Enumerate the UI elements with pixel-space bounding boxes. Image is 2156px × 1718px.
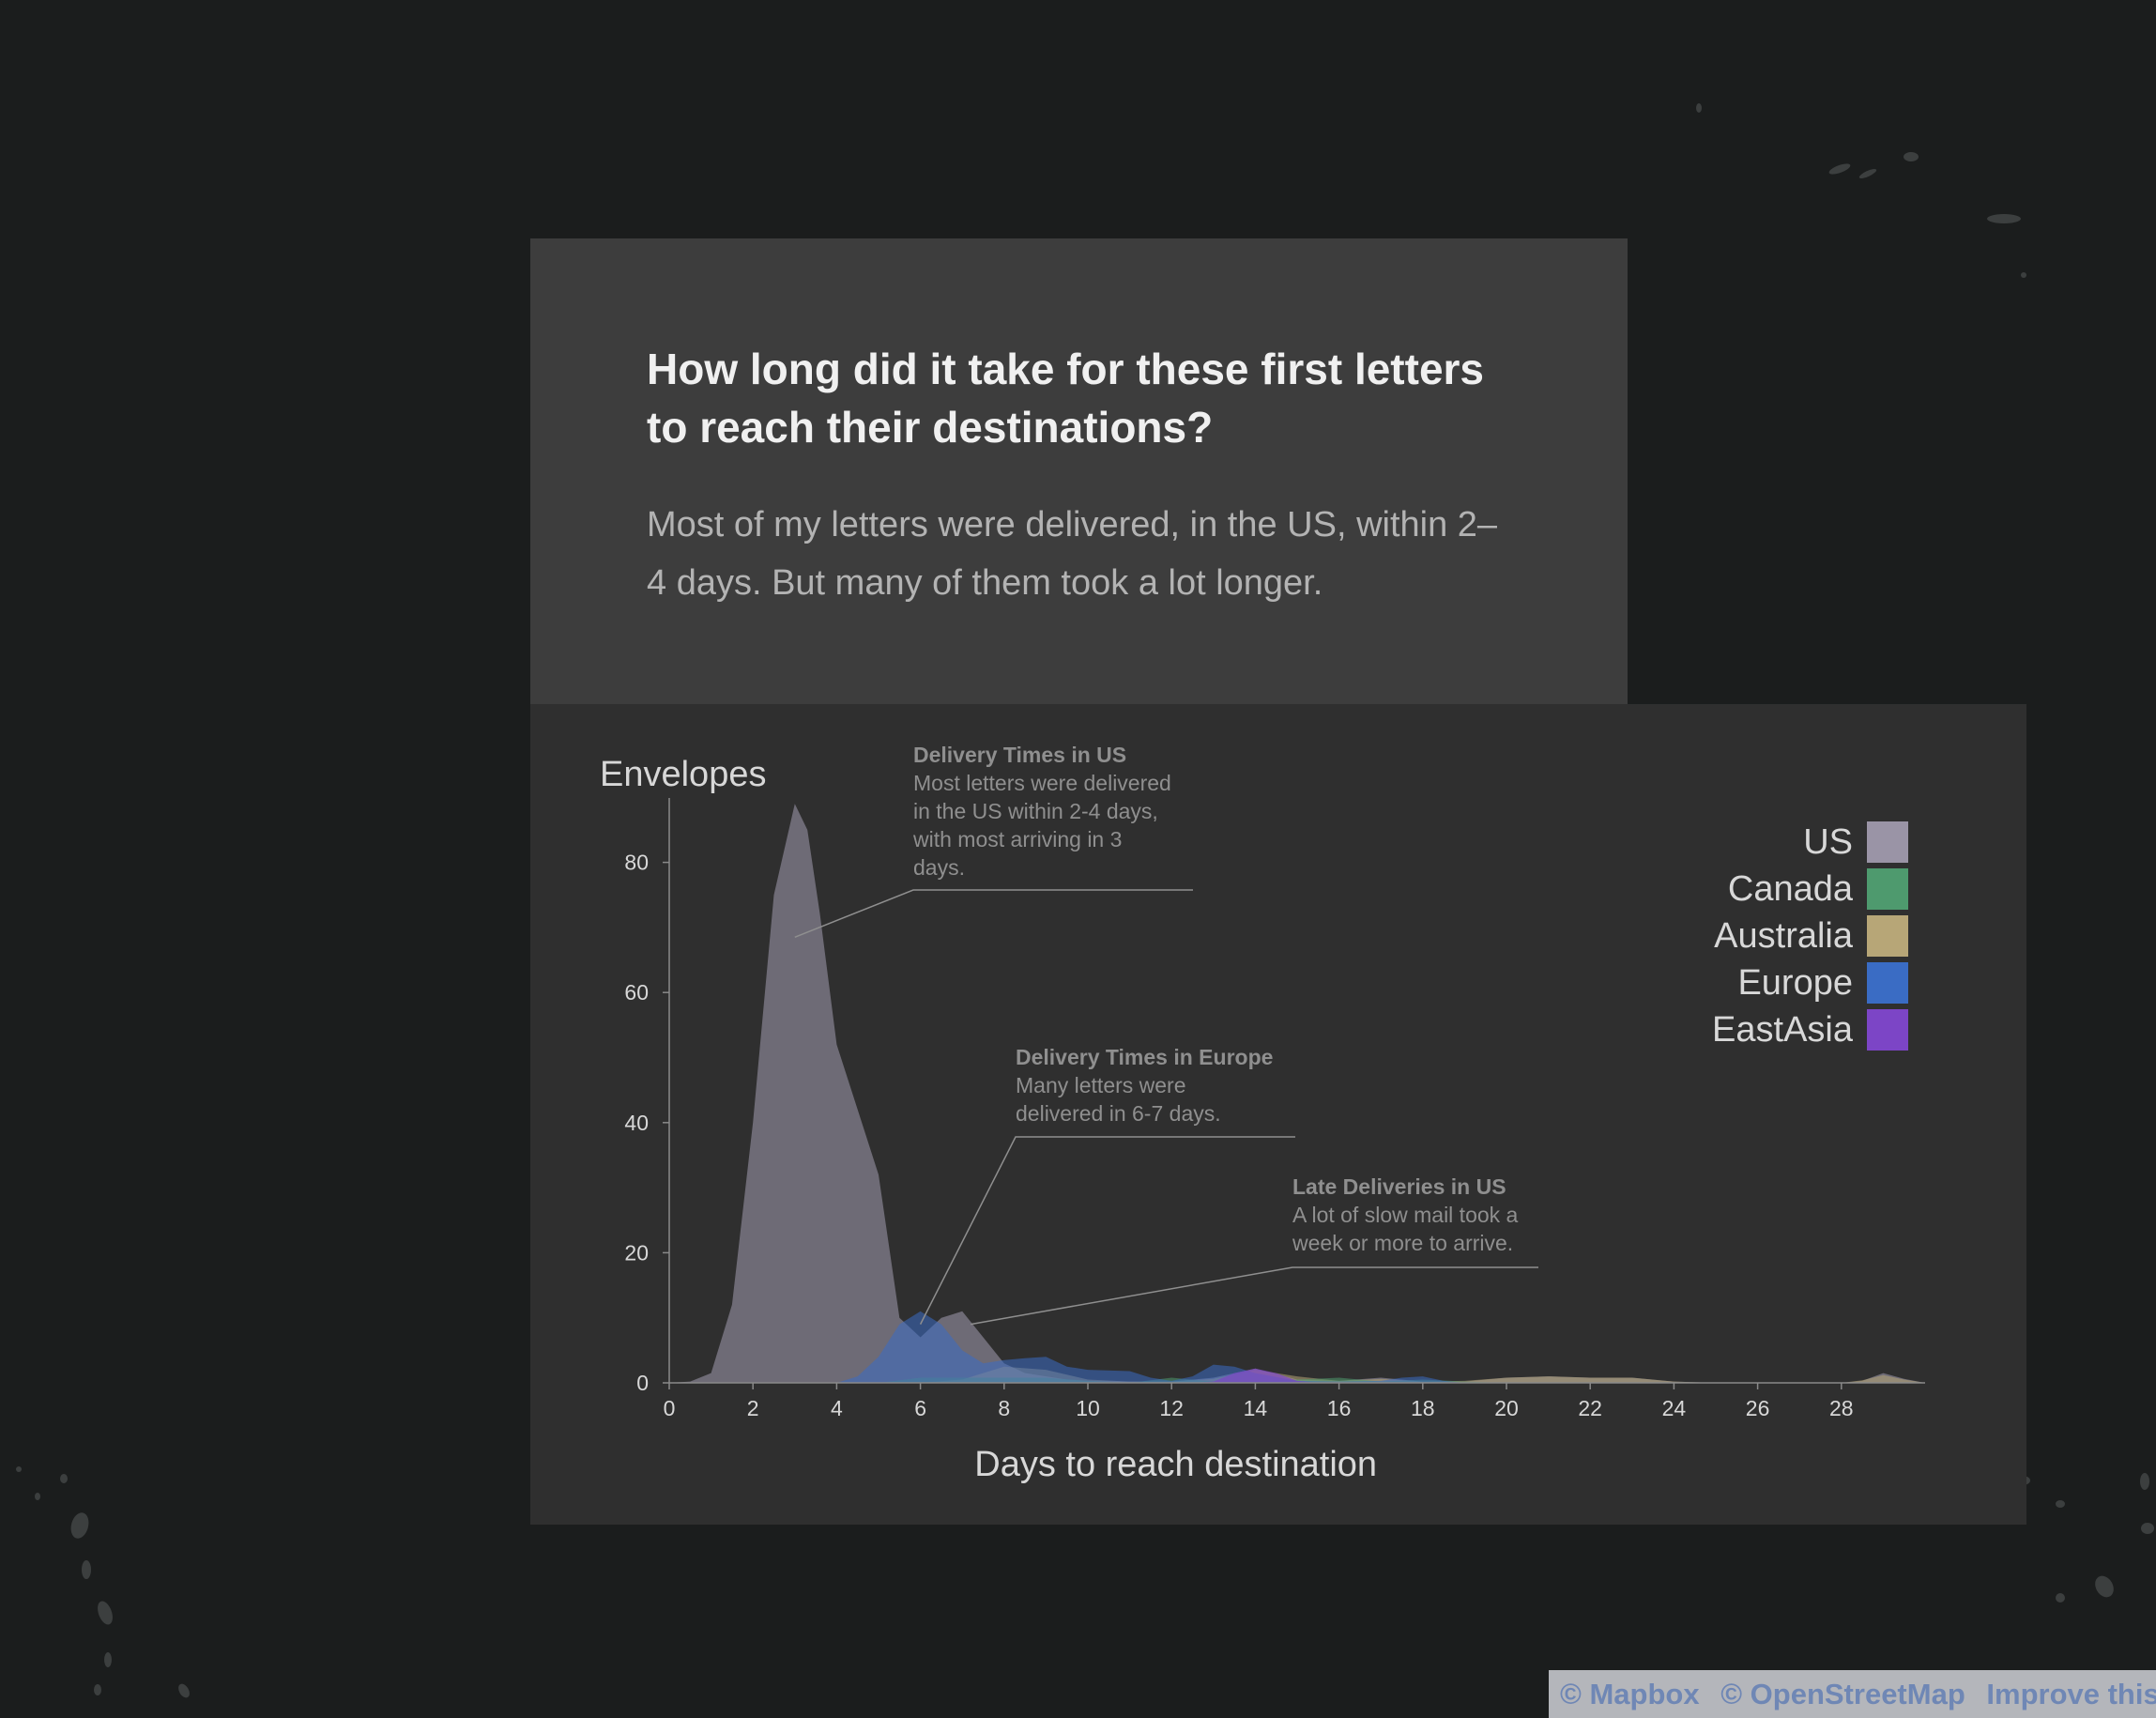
annotation-title: Late Deliveries in US — [1292, 1174, 1506, 1199]
annotation-text: in the US within 2-4 days, — [913, 799, 1158, 823]
x-tick-label: 8 — [998, 1396, 1010, 1420]
legend-swatch-us — [1867, 821, 1908, 863]
intro-text: Most of my letters were delivered, in th… — [647, 505, 1498, 603]
annotation-connector — [970, 1266, 1538, 1326]
x-axis-title: Days to reach destination — [974, 1445, 1377, 1484]
improve-map-link[interactable]: Improve this m — [1986, 1678, 2156, 1710]
delivery-time-chart: 0 2 4 6 8 10 12 14 16 18 20 22 24 26 28020406080Envelo… — [600, 743, 1925, 1484]
mapbox-link[interactable]: © Mapbox — [1560, 1678, 1700, 1710]
x-tick-label: 22 — [1578, 1396, 1602, 1420]
annotation-text: Most letters were delivered — [913, 771, 1171, 795]
y-tick-label: 60 — [624, 980, 649, 1005]
legend-label: US — [1803, 822, 1853, 862]
annotation-connector — [919, 1136, 1295, 1325]
legend-swatch-canada — [1867, 868, 1908, 910]
x-tick-label: 18 — [1411, 1396, 1435, 1420]
annotation-connector — [794, 889, 1193, 938]
annotation-text: with most arriving in 3 — [912, 827, 1122, 851]
x-tick-label: 4 — [831, 1396, 843, 1420]
annotation-title: Delivery Times in US — [913, 743, 1126, 767]
x-tick-label: 0 — [664, 1396, 676, 1420]
x-tick-label: 6 — [914, 1396, 926, 1420]
x-tick-label: 24 — [1662, 1396, 1687, 1420]
x-tick-label: 16 — [1327, 1396, 1352, 1420]
x-tick-label: 2 — [747, 1396, 759, 1420]
annotation-title: Delivery Times in Europe — [1016, 1045, 1273, 1069]
x-tick-label: 28 — [1829, 1396, 1854, 1420]
legend-label: EastAsia — [1712, 1010, 1854, 1050]
x-tick-label: 12 — [1159, 1396, 1184, 1420]
openstreetmap-link[interactable]: © OpenStreetMap — [1720, 1678, 1965, 1710]
intro-card: How long did it take for these first let… — [530, 238, 1628, 704]
annotation-text: A lot of slow mail took a — [1292, 1203, 1519, 1227]
x-tick-label: 26 — [1746, 1396, 1770, 1420]
legend-label: Europe — [1737, 963, 1853, 1003]
x-tick-label: 10 — [1076, 1396, 1100, 1420]
annotation-text: delivered in 6-7 days. — [1016, 1101, 1221, 1126]
chart-card: 0 2 4 6 8 10 12 14 16 18 20 22 24 26 28 0 20 40 60 80 Envelo… — [530, 704, 2026, 1525]
annotation-text: Many letters were — [1016, 1073, 1186, 1097]
y-tick-label: 0 — [636, 1371, 649, 1395]
legend-label: Australia — [1714, 916, 1854, 956]
y-tick-label: 80 — [624, 851, 649, 875]
y-tick-label: 20 — [624, 1240, 649, 1265]
y-tick-label: 40 — [624, 1111, 649, 1135]
x-tick-label: 20 — [1494, 1396, 1519, 1420]
legend-label: Canada — [1728, 869, 1854, 909]
annotation-text: days. — [913, 855, 965, 880]
intro-title: How long did it take for these first let… — [647, 345, 1485, 452]
legend-swatch-europe — [1867, 962, 1908, 1004]
legend-swatch-australia — [1867, 915, 1908, 957]
map-attribution: © Mapbox © OpenStreetMap Improve this m — [1549, 1670, 2156, 1718]
legend-swatch-eastasia — [1867, 1009, 1908, 1051]
annotation-text: week or more to arrive. — [1292, 1231, 1513, 1255]
y-axis-title: Envelopes — [600, 755, 766, 794]
x-tick-label: 14 — [1244, 1396, 1268, 1420]
